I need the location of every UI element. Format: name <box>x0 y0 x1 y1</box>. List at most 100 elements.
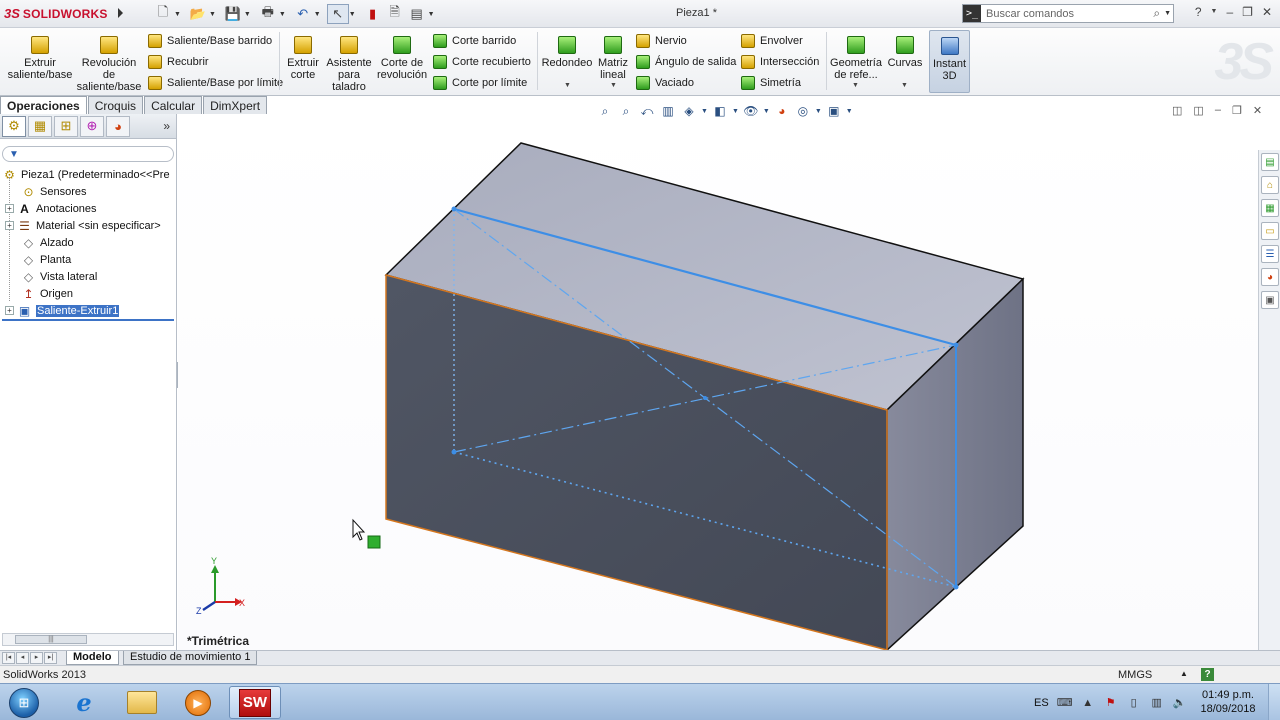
configuration-manager-tab-icon[interactable]: ⊞ <box>54 115 78 137</box>
new-document-icon[interactable]: 🗋 <box>152 4 174 24</box>
chevron-down-icon[interactable]: ▼ <box>846 108 853 115</box>
curvas-button[interactable]: Curvas <box>886 36 924 69</box>
first-tab-icon[interactable]: |◂ <box>2 652 15 664</box>
help-icon[interactable]: ? <box>1201 668 1214 681</box>
rebuild-traffic-light-icon[interactable]: ▮ <box>362 4 384 24</box>
menu-expand-arrow-icon[interactable] <box>118 8 123 18</box>
chevron-down-icon[interactable]: ▼ <box>314 11 321 18</box>
save-icon[interactable]: 💾 <box>222 4 244 24</box>
saliente-limite-button[interactable]: Saliente/Base por límite <box>148 76 283 90</box>
previous-tab-icon[interactable]: ◂ <box>16 652 29 664</box>
view-orientation-icon[interactable]: ◈ <box>680 102 698 120</box>
taskbar-solidworks[interactable]: SW <box>229 686 281 719</box>
chevron-down-icon[interactable]: ▼ <box>564 82 571 89</box>
tree-item-saliente-extruir1[interactable]: + ▣ Saliente-Extruir1 <box>0 302 176 319</box>
select-cursor-icon[interactable]: ↖ <box>326 4 349 24</box>
tab-croquis[interactable]: Croquis <box>87 96 144 114</box>
expand-icon[interactable]: + <box>5 204 14 213</box>
saliente-barrido-button[interactable]: Saliente/Base barrido <box>148 34 272 48</box>
graphics-area[interactable]: Y X Z *Trimétrica <box>178 114 1258 650</box>
chevron-down-icon[interactable]: ▼ <box>763 108 770 115</box>
vaciado-button[interactable]: Vaciado <box>636 76 694 90</box>
view-settings-icon[interactable]: ▣ <box>825 102 843 120</box>
custom-properties-icon[interactable]: ▣ <box>1261 291 1279 309</box>
tree-item-origen[interactable]: ↥ Origen <box>0 285 176 302</box>
restore-icon[interactable]: ❐ <box>1242 5 1253 19</box>
sketch-point[interactable] <box>953 342 959 348</box>
extruir-corte-button[interactable]: Extruir corte <box>285 36 321 81</box>
tab-dimxpert[interactable]: DimXpert <box>203 96 268 114</box>
scrollbar-thumb[interactable]: ||| <box>15 635 87 644</box>
action-center-icon[interactable]: ⚑ <box>1104 696 1118 710</box>
sketch-point[interactable] <box>953 584 959 590</box>
chevron-down-icon[interactable]: ▼ <box>1211 8 1218 19</box>
zoom-to-area-icon[interactable]: ⌕ <box>617 102 635 120</box>
options-icon[interactable]: ▤ <box>406 4 428 24</box>
sketch-point[interactable] <box>451 206 457 212</box>
search-input[interactable]: Buscar comandos <box>986 8 1153 20</box>
chevron-down-icon[interactable]: ▼ <box>732 108 739 115</box>
extruir-saliente-button[interactable]: Extruir saliente/base <box>6 36 74 81</box>
simetria-button[interactable]: Simetría <box>741 76 801 90</box>
edit-appearance-icon[interactable]: ◕ <box>773 102 791 120</box>
home-icon[interactable]: ⌂ <box>1261 176 1279 194</box>
interseccion-button[interactable]: Intersección <box>741 55 819 69</box>
matriz-lineal-button[interactable]: Matriz lineal <box>596 36 630 81</box>
file-properties-icon[interactable]: 🗎 <box>384 4 406 24</box>
network-icon[interactable]: ▥ <box>1150 696 1164 710</box>
tree-filter[interactable]: ▼ <box>2 146 174 162</box>
chevron-down-icon[interactable]: ▼ <box>815 108 822 115</box>
chevron-down-icon[interactable]: ▼ <box>349 11 356 18</box>
tree-item-alzado[interactable]: ◇ Alzado <box>0 234 176 251</box>
revolucion-button[interactable]: Revolución de saliente/base <box>77 36 141 93</box>
design-library-icon[interactable]: ▦ <box>1261 199 1279 217</box>
language-indicator[interactable]: ES <box>1034 697 1049 709</box>
apply-scene-icon[interactable]: ◎ <box>794 102 812 120</box>
keyboard-icon[interactable]: ⌨ <box>1057 696 1073 710</box>
tile-icon[interactable]: ◫ <box>1172 104 1182 117</box>
appearances-icon[interactable]: ◕ <box>1261 268 1279 286</box>
sketch-point[interactable] <box>451 449 457 455</box>
start-button[interactable]: ⊞ <box>4 686 44 720</box>
solidworks-logo[interactable]: 3S SOLIDWORKS <box>4 6 108 21</box>
redondeo-button[interactable]: Redondeo <box>542 36 592 69</box>
tab-operaciones[interactable]: Operaciones <box>0 96 87 114</box>
solidworks-resources-icon[interactable]: ▤ <box>1261 153 1279 171</box>
chevron-up-icon[interactable]: ▲ <box>1180 669 1188 678</box>
tree-item-vista-lateral[interactable]: ◇ Vista lateral <box>0 268 176 285</box>
tree-item-material[interactable]: + ☰ Material <sin especificar> <box>0 217 176 234</box>
chevron-down-icon[interactable]: ▼ <box>901 82 908 89</box>
close-icon[interactable]: ✕ <box>1253 104 1262 117</box>
command-search[interactable]: >_ Buscar comandos ⌕ ▼ <box>962 4 1174 23</box>
next-tab-icon[interactable]: ▸ <box>30 652 43 664</box>
taskbar-media-player[interactable]: ▶ <box>172 686 224 719</box>
rollback-bar[interactable] <box>2 319 174 321</box>
hide-show-items-icon[interactable]: 👁 <box>742 102 760 120</box>
chevron-down-icon[interactable]: ▼ <box>610 82 617 89</box>
model-viewport[interactable]: Y X Z <box>178 114 1258 650</box>
tab-estudio-movimiento[interactable]: Estudio de movimiento 1 <box>123 651 258 665</box>
minimize-icon[interactable]: – <box>1226 5 1233 19</box>
expand-icon[interactable]: + <box>5 306 14 315</box>
tile-icon[interactable]: ◫ <box>1193 104 1203 117</box>
chevron-down-icon[interactable]: ▼ <box>174 11 181 18</box>
taskbar-internet-explorer[interactable]: e <box>58 686 110 719</box>
tab-calcular[interactable]: Calcular <box>144 96 203 114</box>
search-icon[interactable]: ⌕ <box>1153 6 1160 21</box>
recubrir-button[interactable]: Recubrir <box>148 55 209 69</box>
view-palette-icon[interactable]: ☰ <box>1261 245 1279 263</box>
corte-recubierto-button[interactable]: Corte recubierto <box>433 55 531 69</box>
feature-manager-tab-icon[interactable]: ⚙ <box>2 115 26 137</box>
previous-view-icon[interactable]: ⤺ <box>638 102 656 120</box>
angulo-salida-button[interactable]: Ángulo de salida <box>636 55 736 69</box>
expand-more-icon[interactable]: » <box>163 119 170 133</box>
corte-revolucion-button[interactable]: Corte de revolución <box>377 36 427 81</box>
chevron-down-icon[interactable]: ▼ <box>852 82 859 89</box>
geometria-ref-button[interactable]: Geometría de refe... <box>830 36 882 81</box>
sketch-midpoint[interactable] <box>703 396 707 400</box>
volume-icon[interactable]: 🔈 <box>1173 696 1187 710</box>
show-desktop-button[interactable] <box>1268 684 1280 720</box>
open-folder-icon[interactable]: 📂 <box>187 4 209 24</box>
envolver-button[interactable]: Envolver <box>741 34 803 48</box>
taskbar-file-explorer[interactable] <box>116 686 168 719</box>
